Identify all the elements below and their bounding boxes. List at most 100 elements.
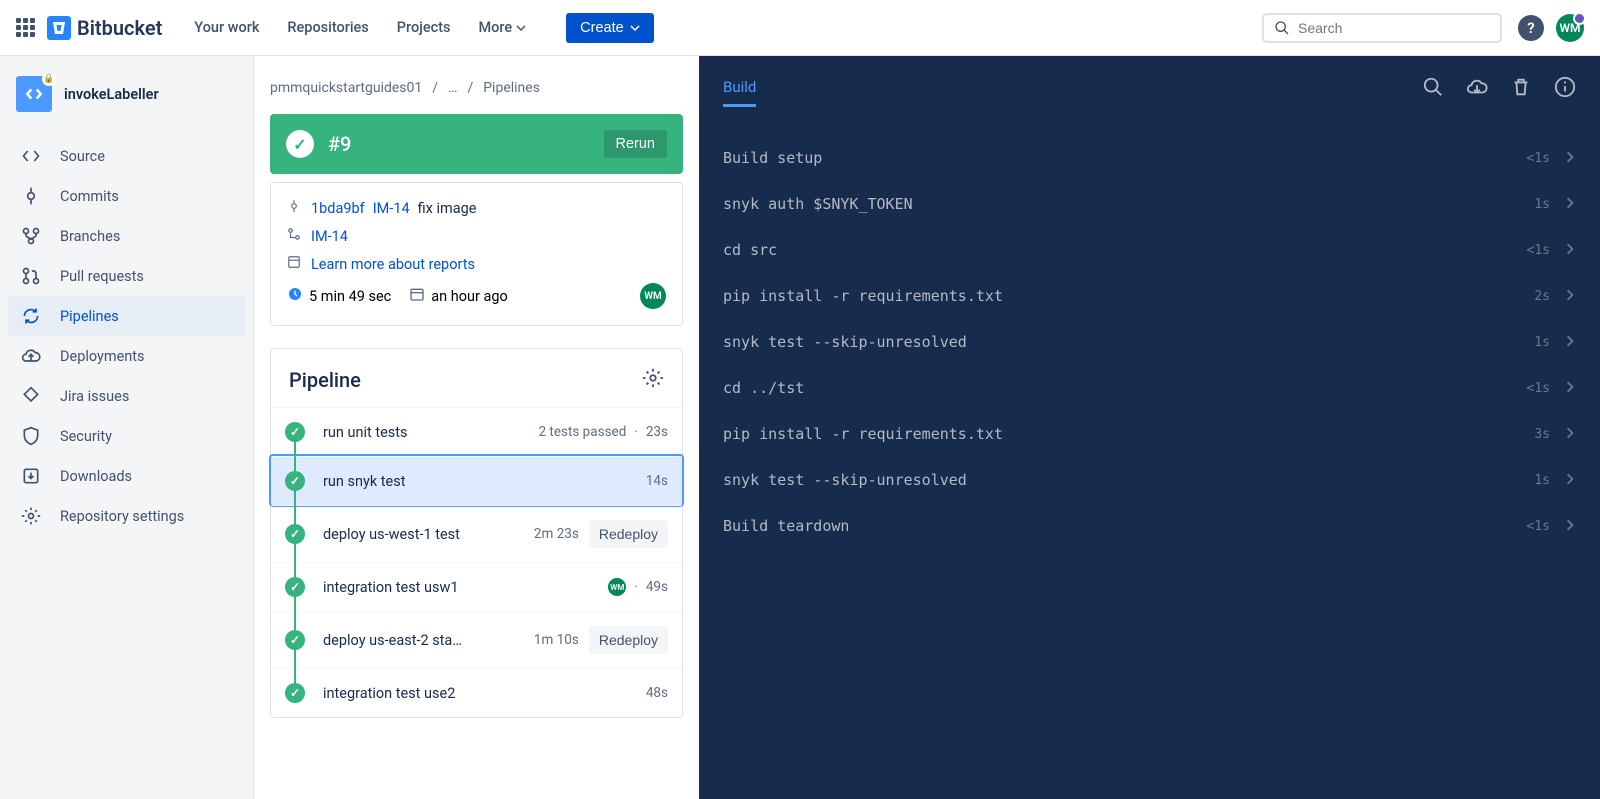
build-info-card: 1bda9bf IM-14 fix image IM-14 Learn more… (270, 182, 683, 326)
sidebar-item-downloads[interactable]: Downloads (8, 456, 245, 496)
chevron-right-icon (1564, 287, 1576, 305)
chevron-down-icon (516, 23, 526, 33)
sidebar-item-pull-requests[interactable]: Pull requests (8, 256, 245, 296)
report-icon (287, 255, 303, 273)
commit-icon (287, 199, 303, 217)
sidebar-item-branches[interactable]: Branches (8, 216, 245, 256)
sidebar-item-commits[interactable]: Commits (8, 176, 245, 216)
nav-repositories[interactable]: Repositories (283, 13, 372, 42)
log-command: snyk auth $SNYK_TOKEN (723, 195, 1534, 213)
branch-link[interactable]: IM-14 (311, 228, 348, 245)
log-search-icon[interactable] (1422, 76, 1444, 102)
app-switcher-icon[interactable] (16, 18, 35, 37)
step-avatar: WM (608, 578, 626, 596)
rerun-button[interactable]: Rerun (604, 130, 668, 158)
cloud-up-icon (20, 346, 42, 366)
step-name: integration test usw1 (323, 579, 600, 596)
step-time: 2m 23s (534, 526, 579, 542)
log-line[interactable]: snyk test --skip-unresolved1s (723, 319, 1576, 365)
code-icon (20, 146, 42, 166)
step-time: 23s (646, 424, 668, 440)
content-column: pmmquickstartguides01/ …/ Pipelines ✓ #9… (254, 56, 699, 799)
log-time: 1s (1534, 473, 1550, 488)
log-line[interactable]: snyk test --skip-unresolved1s (723, 457, 1576, 503)
log-line[interactable]: cd ../tst<1s (723, 365, 1576, 411)
log-time: <1s (1527, 519, 1550, 534)
log-tab-build[interactable]: Build (723, 70, 756, 107)
log-line[interactable]: Build setup<1s (723, 135, 1576, 181)
pipeline-step[interactable]: ✓integration test use248s (271, 668, 682, 717)
user-avatar[interactable]: WM (1556, 14, 1584, 42)
help-icon[interactable]: ? (1518, 15, 1544, 41)
sidebar-item-settings[interactable]: Repository settings (8, 496, 245, 536)
log-time: 1s (1534, 197, 1550, 212)
log-info-icon[interactable] (1554, 76, 1576, 102)
chevron-right-icon (1564, 425, 1576, 443)
log-line[interactable]: snyk auth $SNYK_TOKEN1s (723, 181, 1576, 227)
log-line[interactable]: pip install -r requirements.txt3s (723, 411, 1576, 457)
build-banner: ✓ #9 Rerun (270, 114, 683, 174)
build-number: #9 (328, 132, 604, 156)
step-name: run unit tests (323, 424, 530, 441)
log-time: <1s (1527, 243, 1550, 258)
build-duration: 5 min 49 sec (309, 288, 391, 305)
log-command: snyk test --skip-unresolved (723, 471, 1534, 489)
log-line[interactable]: pip install -r requirements.txt2s (723, 273, 1576, 319)
top-nav: Bitbucket Your work Repositories Project… (0, 0, 1600, 56)
search-box[interactable] (1262, 13, 1502, 43)
log-trash-icon[interactable] (1510, 76, 1532, 102)
sidebar-item-deployments[interactable]: Deployments (8, 336, 245, 376)
step-name: run snyk test (323, 473, 638, 490)
log-line[interactable]: cd src<1s (723, 227, 1576, 273)
log-command: Build setup (723, 149, 1527, 167)
pipeline-step[interactable]: ✓integration test usw1WM·49s (271, 562, 682, 611)
jira-icon (20, 386, 42, 406)
sidebar-item-jira[interactable]: Jira issues (8, 376, 245, 416)
pipeline-settings-icon[interactable] (642, 367, 664, 393)
step-name: deploy us-east-2 sta… (323, 632, 526, 649)
redeploy-button[interactable]: Redeploy (589, 520, 668, 548)
chevron-down-icon (630, 23, 640, 33)
pipeline-step[interactable]: ✓deploy us-west-1 test2m 23sRedeploy (271, 505, 682, 562)
log-time: 3s (1534, 427, 1550, 442)
bitbucket-logo[interactable]: Bitbucket (47, 16, 162, 40)
log-line[interactable]: Build teardown<1s (723, 503, 1576, 549)
log-command: pip install -r requirements.txt (723, 425, 1534, 443)
sidebar-item-security[interactable]: Security (8, 416, 245, 456)
create-button[interactable]: Create (566, 13, 654, 43)
pipeline-title: Pipeline (289, 368, 361, 392)
pipeline-step[interactable]: ✓deploy us-east-2 sta…1m 10sRedeploy (271, 611, 682, 668)
breadcrumb-repo[interactable]: pmmquickstartguides01 (270, 80, 422, 96)
step-time: 1m 10s (534, 632, 579, 648)
branch-icon (287, 227, 303, 245)
learn-reports-link[interactable]: Learn more about reports (311, 256, 475, 273)
nav-projects[interactable]: Projects (393, 13, 455, 42)
breadcrumb-dots[interactable]: … (448, 80, 457, 96)
step-name: deploy us-west-1 test (323, 526, 526, 543)
repo-name: invokeLabeller (64, 86, 159, 103)
log-command: Build teardown (723, 517, 1527, 535)
pipeline-step[interactable]: ✓run snyk test14s (271, 456, 682, 505)
repo-header[interactable]: 🔒 invokeLabeller (8, 76, 245, 136)
calendar-icon (409, 286, 425, 306)
step-check-icon: ✓ (285, 422, 305, 442)
step-meta: 2 tests passed (538, 424, 626, 440)
build-avatar[interactable]: WM (640, 283, 666, 309)
nav-more[interactable]: More (474, 13, 530, 42)
build-ago: an hour ago (431, 288, 508, 305)
nav-your-work[interactable]: Your work (190, 13, 263, 42)
sidebar-item-source[interactable]: Source (8, 136, 245, 176)
pipeline-step[interactable]: ✓run unit tests2 tests passed·23s (271, 407, 682, 456)
log-time: 1s (1534, 335, 1550, 350)
gear-icon (20, 506, 42, 526)
log-download-icon[interactable] (1466, 76, 1488, 102)
chevron-right-icon (1564, 195, 1576, 213)
commit-hash-link[interactable]: 1bda9bf (311, 200, 365, 217)
breadcrumb-page: Pipelines (483, 80, 540, 96)
sidebar-item-pipelines[interactable]: Pipelines (8, 296, 245, 336)
redeploy-button[interactable]: Redeploy (589, 626, 668, 654)
commit-issue-link[interactable]: IM-14 (373, 200, 410, 217)
search-input[interactable] (1298, 20, 1490, 36)
status-check-icon: ✓ (286, 130, 314, 158)
log-command: cd src (723, 241, 1527, 259)
